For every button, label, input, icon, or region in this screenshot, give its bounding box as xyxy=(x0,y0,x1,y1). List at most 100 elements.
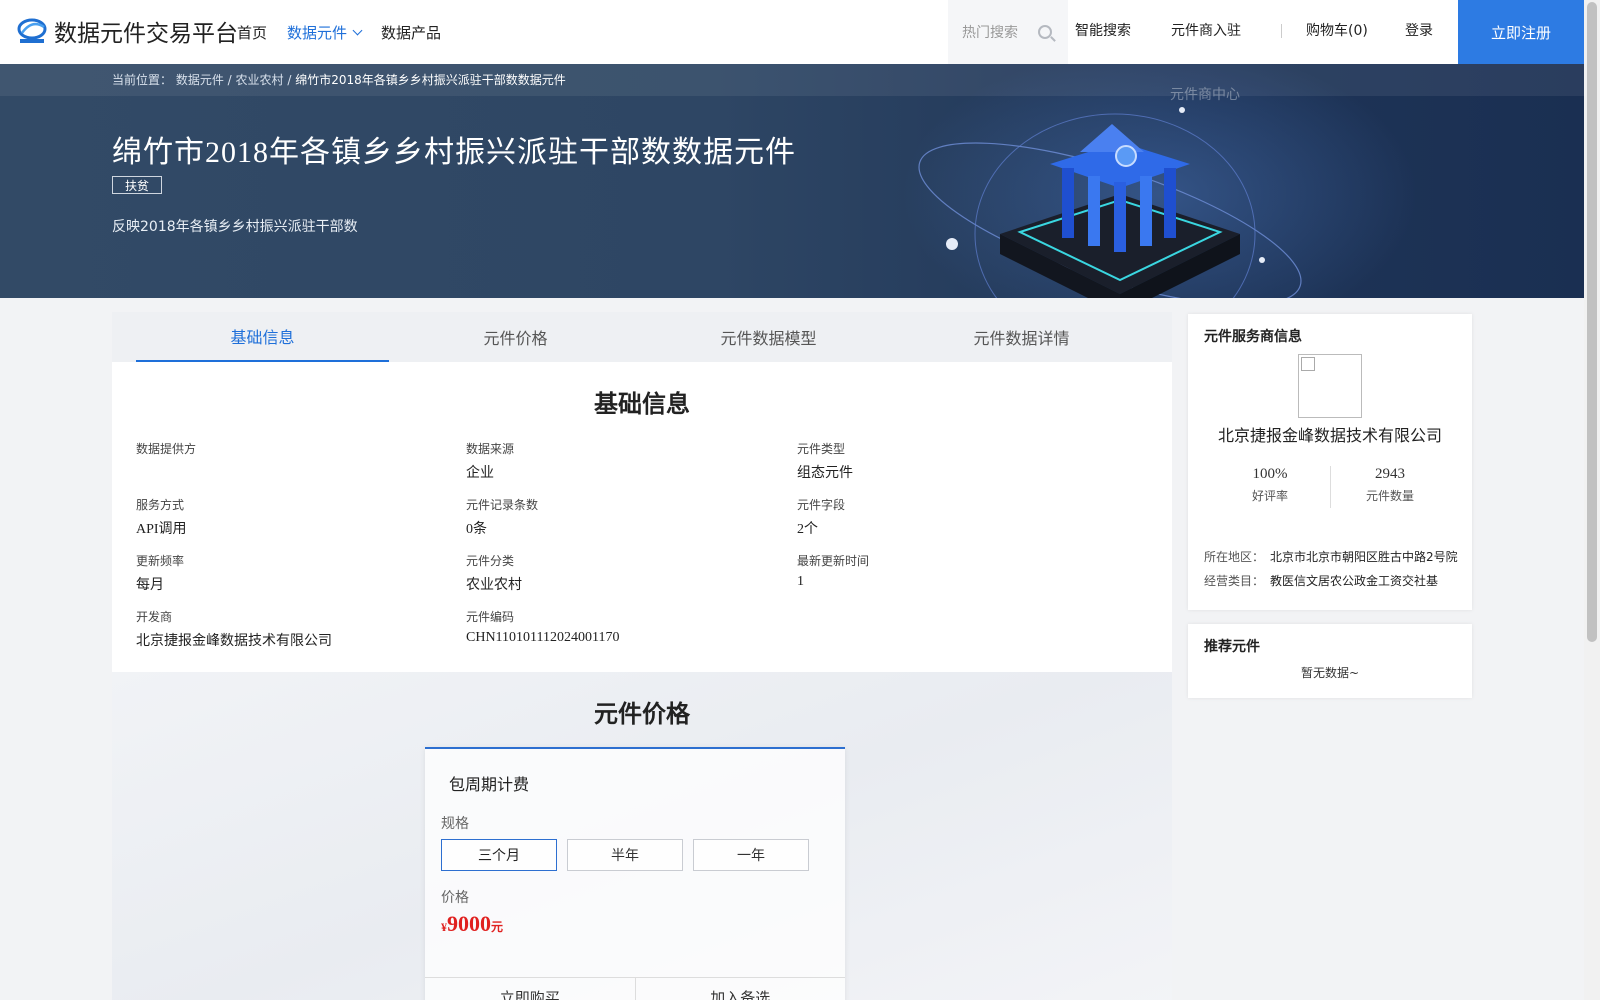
breadcrumb-item[interactable]: 农业农村 xyxy=(236,73,284,87)
provider-card: 元件服务商信息 北京捷报金峰数据技术有限公司 100% 好评率 2943 元件数… xyxy=(1188,314,1472,610)
field-value: 1 xyxy=(797,574,804,589)
logo[interactable]: 数据元件交易平台 xyxy=(16,14,238,48)
logo-text: 数据元件交易平台 xyxy=(54,21,238,47)
basic-info-title: 基础信息 xyxy=(594,390,690,418)
field-category: 元件分类 农业农村 xyxy=(466,552,786,594)
category-label: 经营类目： xyxy=(1204,574,1265,588)
recommend-card-title: 推荐元件 xyxy=(1204,639,1260,655)
main-nav: 首页 数据元件 数据产品 xyxy=(237,0,461,64)
logo-icon xyxy=(17,18,47,43)
spec-option-one-year[interactable]: 一年 xyxy=(693,839,809,871)
banner-illustration xyxy=(918,107,1302,298)
field-value: CHN110101112024001170 xyxy=(466,630,620,645)
tab-basic-info[interactable]: 基础信息 xyxy=(136,312,389,362)
register-button[interactable]: 立即注册 xyxy=(1458,0,1584,64)
field-value: 每月 xyxy=(136,578,164,593)
count-value: 2943 xyxy=(1375,466,1405,482)
category-tag: 扶贫 xyxy=(112,176,162,194)
tab-data-details[interactable]: 元件数据详情 xyxy=(895,312,1148,362)
breadcrumb-item[interactable]: 数据元件 xyxy=(176,73,224,87)
header-divider xyxy=(1281,24,1282,38)
field-value: 0条 xyxy=(466,522,487,537)
field-label: 更新频率 xyxy=(136,554,185,568)
breadcrumb-current: 绵竹市2018年各镇乡乡村振兴派驻干部数数据元件 xyxy=(295,73,566,87)
provider-rating-stat: 100% 好评率 xyxy=(1210,466,1330,504)
field-label: 最新更新时间 xyxy=(797,554,870,568)
detail-tabs: 基础信息 元件价格 元件数据模型 元件数据详情 xyxy=(112,312,1172,362)
hero-banner: 当前位置： 数据元件 / 农业农村 / 绵竹市2018年各镇乡乡村振兴派驻干部数… xyxy=(0,64,1584,298)
field-label: 开发商 xyxy=(136,610,173,624)
field-element-type: 元件类型 组态元件 xyxy=(797,440,1117,482)
field-label: 数据提供方 xyxy=(136,442,197,456)
field-record-count: 元件记录条数 0条 xyxy=(466,496,786,538)
smart-search-link[interactable]: 智能搜索 xyxy=(1075,0,1131,64)
tab-data-model[interactable]: 元件数据模型 xyxy=(642,312,895,362)
field-element-code: 元件编码 CHN110101112024001170 xyxy=(466,608,786,646)
price-card: 包周期计费 规格 三个月 半年 一年 价格 ¥9000元 立即购买 加入备选 xyxy=(425,747,845,1000)
price-label: 价格 xyxy=(441,890,469,906)
field-update-frequency: 更新频率 每月 xyxy=(136,552,456,594)
nav-data-elements-label: 数据元件 xyxy=(287,23,348,42)
cart-link[interactable]: 购物车(0) xyxy=(1306,0,1368,64)
price-section: 元件价格 包周期计费 规格 三个月 半年 一年 价格 ¥9000元 立即购买 加… xyxy=(112,672,1172,1000)
provider-avatar xyxy=(1298,354,1362,418)
page-title: 绵竹市2018年各镇乡乡村振兴派驻干部数数据元件 xyxy=(112,136,796,169)
field-label: 元件记录条数 xyxy=(466,498,539,512)
field-label: 元件编码 xyxy=(466,610,515,624)
provider-region: 所在地区： 北京市北京市朝阳区胜古中路2号院 xyxy=(1204,548,1464,565)
field-service-mode: 服务方式 API调用 xyxy=(136,496,456,538)
search-icon[interactable] xyxy=(1038,25,1052,39)
field-last-updated: 最新更新时间 1 xyxy=(797,552,1117,590)
field-value: 2个 xyxy=(797,522,818,537)
field-data-source: 数据来源 企业 xyxy=(466,440,786,482)
field-value: 组态元件 xyxy=(797,466,853,481)
category-value: 教医信文居农公政金工资交社基 xyxy=(1270,574,1439,588)
field-data-provider: 数据提供方 xyxy=(136,440,456,462)
nav-home-label: 首页 xyxy=(237,23,268,42)
nav-home[interactable]: 首页 xyxy=(237,22,267,43)
buy-now-button[interactable]: 立即购买 xyxy=(425,978,635,1000)
chevron-down-icon xyxy=(352,25,363,35)
basic-info-section: 基础信息 数据提供方 数据来源 企业 元件类型 组态元件 服务方式 API调用 … xyxy=(112,362,1172,672)
tab-price[interactable]: 元件价格 xyxy=(389,312,642,362)
add-to-list-button[interactable]: 加入备选 xyxy=(634,978,846,1000)
region-value: 北京市北京市朝阳区胜古中路2号院 xyxy=(1270,550,1458,564)
field-label: 元件字段 xyxy=(797,498,846,512)
price-section-title: 元件价格 xyxy=(594,700,690,728)
empty-state-text: 暂无数据~ xyxy=(1300,666,1360,680)
count-label: 元件数量 xyxy=(1365,489,1414,503)
scrollbar-thumb[interactable] xyxy=(1587,2,1597,642)
rating-label: 好评率 xyxy=(1251,489,1288,503)
breadcrumb-prefix: 当前位置： xyxy=(112,73,173,87)
field-value: 企业 xyxy=(466,466,494,481)
breadcrumb: 当前位置： 数据元件 / 农业农村 / 绵竹市2018年各镇乡乡村振兴派驻干部数… xyxy=(112,73,566,87)
price-unit: 元 xyxy=(491,920,504,934)
spec-option-half-year[interactable]: 半年 xyxy=(567,839,683,871)
nav-data-elements[interactable]: 数据元件 xyxy=(287,22,363,43)
price-amount: 9000 xyxy=(447,911,491,936)
field-value: 农业农村 xyxy=(466,578,522,593)
top-header: 数据元件交易平台 首页 数据元件 数据产品 热门搜索 智能搜索 元件商入驻 购物… xyxy=(0,0,1584,64)
page-scrollbar[interactable] xyxy=(1584,0,1600,1000)
price-value: ¥9000元 xyxy=(441,911,503,937)
provider-name[interactable]: 北京捷报金峰数据技术有限公司 xyxy=(1188,422,1472,446)
field-developer: 开发商 北京捷报金峰数据技术有限公司 xyxy=(136,608,456,650)
recommend-card: 推荐元件 暂无数据~ xyxy=(1188,624,1472,698)
price-card-actions: 立即购买 加入备选 xyxy=(425,977,845,1000)
merchant-join-link[interactable]: 元件商入驻 xyxy=(1171,0,1241,64)
provider-card-title: 元件服务商信息 xyxy=(1204,329,1302,345)
nav-data-products-label: 数据产品 xyxy=(381,23,442,42)
provider-category: 经营类目： 教医信文居农公政金工资交社基 xyxy=(1204,572,1464,589)
page-description: 反映2018年各镇乡乡村振兴派驻干部数 xyxy=(112,219,358,235)
search-input[interactable]: 热门搜索 xyxy=(948,0,1068,64)
billing-mode-title: 包周期计费 xyxy=(449,775,530,794)
login-link[interactable]: 登录 xyxy=(1405,0,1433,64)
spec-option-three-months[interactable]: 三个月 xyxy=(441,839,557,871)
region-label: 所在地区： xyxy=(1204,550,1265,564)
nav-data-products[interactable]: 数据产品 xyxy=(381,22,441,43)
field-label: 元件类型 xyxy=(797,442,846,456)
rating-value: 100% xyxy=(1252,466,1288,482)
spec-label: 规格 xyxy=(441,816,469,832)
field-value: API调用 xyxy=(136,522,187,537)
search-placeholder: 热门搜索 xyxy=(962,25,1018,41)
